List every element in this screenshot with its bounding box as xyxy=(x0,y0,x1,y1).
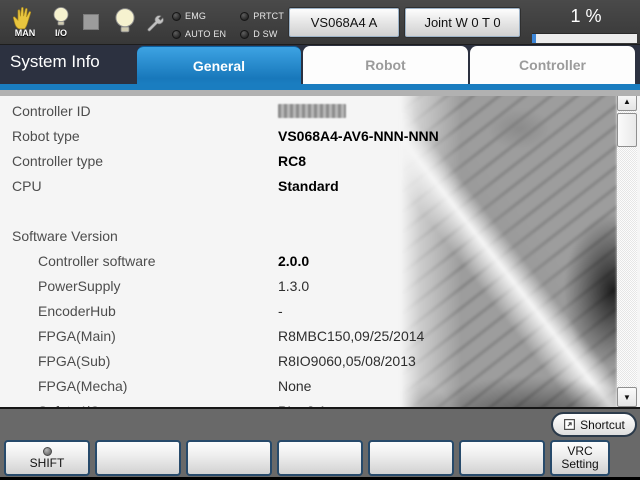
scrollbar-thumb[interactable] xyxy=(617,113,637,147)
scroll-up-button[interactable]: ▲ xyxy=(617,96,637,111)
info-row-controller-id: Controller ID xyxy=(0,99,612,124)
info-rows: Controller ID Robot type VS068A4-AV6-NNN… xyxy=(0,99,612,407)
scroll-up-icon: ▲ xyxy=(623,97,631,106)
hand-icon xyxy=(12,6,38,30)
row-spacer xyxy=(0,199,612,224)
d-sw-label: D SW xyxy=(253,29,277,39)
d-sw-led-icon xyxy=(240,30,249,39)
speed-percentage: 1 % xyxy=(536,6,636,27)
function-key-2[interactable] xyxy=(95,440,181,476)
status-indicator-cluster: EMG AUTO EN PRTCT D SW xyxy=(172,9,284,41)
footer-bar: Shortcut SHIFT VRC Setting xyxy=(0,409,640,477)
info-value: None xyxy=(278,378,311,394)
info-row-controller-type: Controller type RC8 xyxy=(0,149,612,174)
emg-label: EMG xyxy=(185,11,206,21)
function-key-shift[interactable]: SHIFT xyxy=(4,440,90,476)
vrc-setting-label: VRC Setting xyxy=(554,445,606,471)
shortcut-launch-icon xyxy=(563,418,576,431)
emg-led-icon xyxy=(172,12,181,21)
io-bulb-icon xyxy=(52,6,70,30)
bulb-icon xyxy=(114,7,136,37)
info-label: PowerSupply xyxy=(38,278,121,294)
maintenance-indicator xyxy=(144,8,168,38)
shift-key-label: SHIFT xyxy=(30,457,65,470)
teach-pendant-screen: MAN I/O EMG xyxy=(0,0,640,480)
speed-progress-fill xyxy=(532,34,536,43)
shortcut-label: Shortcut xyxy=(580,418,625,432)
scroll-down-button[interactable]: ▼ xyxy=(617,387,637,407)
auto-en-indicator: AUTO EN xyxy=(172,27,226,41)
info-label: CPU xyxy=(12,178,42,194)
info-label: FPGA(Main) xyxy=(38,328,116,344)
info-value: 1.3.0 xyxy=(278,278,309,294)
info-row-encoderhub: EncoderHub - xyxy=(0,299,612,324)
shift-led-icon xyxy=(43,447,52,456)
tab-controller[interactable]: Controller xyxy=(470,46,635,84)
robot-select-button[interactable]: VS068A4 A xyxy=(288,7,400,38)
man-icon-label: MAN xyxy=(15,29,36,38)
info-row-software-version: Software Version xyxy=(0,224,612,249)
function-key-5[interactable] xyxy=(368,440,454,476)
info-row-safety-io: Safety I/O PLe 2.1 xyxy=(0,399,612,407)
info-row-robot-type: Robot type VS068A4-AV6-NNN-NNN xyxy=(0,124,612,149)
auto-en-label: AUTO EN xyxy=(185,29,226,39)
scroll-down-icon: ▼ xyxy=(623,393,631,402)
speed-progress-bar xyxy=(532,33,637,43)
info-value: Standard xyxy=(278,178,339,194)
page-title: System Info xyxy=(10,52,100,72)
info-row-cpu: CPU Standard xyxy=(0,174,612,199)
function-key-row: SHIFT VRC Setting xyxy=(0,440,640,477)
info-label: Controller type xyxy=(12,153,103,169)
info-label: EncoderHub xyxy=(38,303,116,319)
emg-indicator: EMG xyxy=(172,9,226,23)
shortcut-button[interactable]: Shortcut xyxy=(551,412,637,437)
stop-status-icon xyxy=(83,14,99,30)
system-info-panel: Controller ID Robot type VS068A4-AV6-NNN… xyxy=(0,96,640,407)
top-toolbar: MAN I/O EMG xyxy=(0,0,640,45)
info-value: VS068A4-AV6-NNN-NNN xyxy=(278,128,439,144)
info-label: Software Version xyxy=(12,228,118,244)
auto-en-led-icon xyxy=(172,30,181,39)
vertical-scrollbar[interactable]: ▲ ▼ xyxy=(617,96,637,407)
redacted-value xyxy=(278,104,346,118)
info-label: FPGA(Mecha) xyxy=(38,378,127,394)
prtct-led-icon xyxy=(240,12,249,21)
info-label: Controller software xyxy=(38,253,156,269)
info-row-fpga-mecha: FPGA(Mecha) None xyxy=(0,374,612,399)
io-monitor-indicator: I/O xyxy=(48,6,74,38)
info-value: RC8 xyxy=(278,153,306,169)
tab-general[interactable]: General xyxy=(137,46,301,84)
function-key-4[interactable] xyxy=(277,440,363,476)
d-sw-indicator: D SW xyxy=(240,27,284,41)
info-value: R8MBC150,09/25/2014 xyxy=(278,328,424,344)
function-key-3[interactable] xyxy=(186,440,272,476)
info-label: Safety I/O xyxy=(38,403,100,407)
info-label: Controller ID xyxy=(12,103,91,119)
io-icon-label: I/O xyxy=(55,29,67,38)
info-value: PLe 2.1 xyxy=(278,403,326,407)
function-key-vrc-setting[interactable]: VRC Setting xyxy=(550,440,610,476)
manual-mode-indicator: MAN xyxy=(8,6,42,38)
info-row-powersupply: PowerSupply 1.3.0 xyxy=(0,274,612,299)
prtct-indicator: PRTCT xyxy=(240,9,284,23)
lamp-status-indicator xyxy=(112,7,138,37)
info-value: R8IO9060,05/08/2013 xyxy=(278,353,416,369)
wrench-icon xyxy=(145,8,167,38)
tab-robot[interactable]: Robot xyxy=(303,46,468,84)
info-row-controller-software: Controller software 2.0.0 xyxy=(0,249,612,274)
info-value: - xyxy=(278,303,283,319)
info-label: Robot type xyxy=(12,128,80,144)
info-label: FPGA(Sub) xyxy=(38,353,110,369)
info-row-fpga-main: FPGA(Main) R8MBC150,09/25/2014 xyxy=(0,324,612,349)
function-key-6[interactable] xyxy=(459,440,545,476)
prtct-label: PRTCT xyxy=(253,11,284,21)
info-row-fpga-sub: FPGA(Sub) R8IO9060,05/08/2013 xyxy=(0,349,612,374)
info-value: 2.0.0 xyxy=(278,253,309,269)
coordinate-mode-button[interactable]: Joint W 0 T 0 xyxy=(404,7,521,38)
